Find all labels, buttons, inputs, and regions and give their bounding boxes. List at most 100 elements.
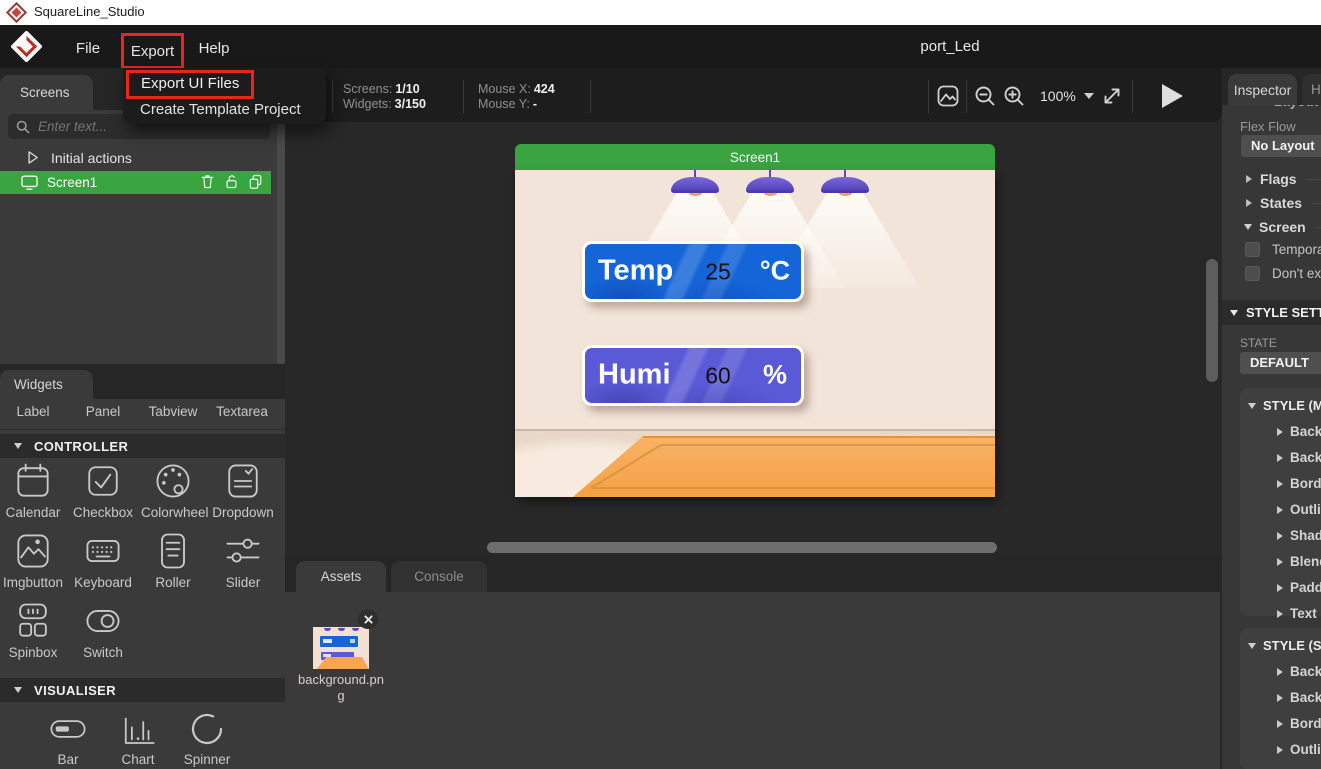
- inspector-scrollbar[interactable]: [1206, 259, 1218, 382]
- widget-spinner[interactable]: Spinner: [175, 708, 239, 767]
- lamp-icon: [821, 177, 869, 193]
- stat-mouse-x: Mouse X:424: [478, 82, 555, 96]
- widget-calendar[interactable]: Calendar: [1, 459, 65, 520]
- gauge-label: Temp: [598, 254, 673, 287]
- window-titlebar: SquareLine_Studio: [0, 0, 1321, 25]
- widget-label[interactable]: Label: [1, 404, 65, 419]
- widget-bar[interactable]: Bar: [36, 708, 100, 767]
- humi-gauge[interactable]: Humi 60 %: [582, 345, 804, 406]
- chevron-right-icon: [1277, 558, 1283, 566]
- trash-icon[interactable]: [200, 173, 215, 190]
- gauge-unit: °C: [753, 255, 797, 286]
- screens-scrollbar[interactable]: [277, 112, 285, 365]
- stat-screens: Screens:1/10: [343, 82, 420, 96]
- monitor-icon: [20, 174, 39, 191]
- screen-list-item-screen1[interactable]: Screen1: [0, 171, 271, 194]
- style-settings-header[interactable]: STYLE SETTIN: [1222, 300, 1321, 325]
- style-main-header[interactable]: STYLE (MAI: [1240, 388, 1321, 413]
- group-flags[interactable]: Flags: [1246, 171, 1321, 187]
- tab-assets[interactable]: Assets: [296, 561, 386, 592]
- checkbox[interactable]: [1245, 242, 1260, 257]
- widget-chart[interactable]: Chart: [106, 708, 170, 767]
- canvas-horizontal-scrollbar[interactable]: [487, 542, 997, 553]
- style-prop[interactable]: Backg: [1240, 439, 1321, 465]
- chevron-down-icon: [14, 687, 22, 693]
- widget-panel[interactable]: Panel: [71, 404, 135, 419]
- image-icon: [936, 84, 960, 108]
- unlock-icon[interactable]: [224, 173, 239, 190]
- assets-panel: [285, 592, 1220, 769]
- no-layout-button[interactable]: No Layout: [1241, 135, 1321, 157]
- menu-file[interactable]: File: [68, 33, 108, 63]
- tab-console[interactable]: Console: [391, 561, 487, 592]
- spinner-icon: [186, 708, 228, 750]
- chevron-down-icon: [1248, 643, 1256, 649]
- style-prop[interactable]: Backg: [1240, 413, 1321, 439]
- temp-gauge[interactable]: Temp 25 °C: [582, 241, 804, 302]
- style-prop[interactable]: Backg: [1240, 679, 1321, 705]
- widget-tabview[interactable]: Tabview: [141, 404, 205, 419]
- chevron-right-icon: [1277, 506, 1283, 514]
- canvas-screen[interactable]: Temp 25 °C Humi 60 %: [515, 170, 995, 497]
- style-prop[interactable]: Backg: [1240, 653, 1321, 679]
- tab-inspector[interactable]: Inspector: [1228, 74, 1297, 105]
- lamp-icon: [671, 177, 719, 193]
- widget-roller[interactable]: Roller: [141, 529, 205, 590]
- zoom-out-icon: [973, 84, 997, 108]
- fit-view-button[interactable]: [1100, 84, 1124, 108]
- style-prop[interactable]: Blend: [1240, 543, 1321, 569]
- asset-thumbnail[interactable]: [313, 627, 369, 669]
- asset-remove-button[interactable]: [358, 609, 378, 629]
- chevron-right-icon: [1277, 720, 1283, 728]
- widget-checkbox[interactable]: Checkbox: [71, 459, 135, 520]
- style-screen-header[interactable]: STYLE (SCR: [1240, 628, 1321, 653]
- chevron-down-icon: [1244, 224, 1252, 230]
- menu-help[interactable]: Help: [194, 33, 234, 63]
- keyboard-icon: [81, 529, 125, 573]
- canvas-screen-title[interactable]: Screen1: [515, 144, 995, 170]
- calendar-icon: [11, 459, 55, 503]
- tab-partial[interactable]: H: [1302, 74, 1321, 105]
- initial-actions-row[interactable]: Initial actions: [0, 146, 271, 169]
- widget-slider[interactable]: Slider: [211, 529, 275, 590]
- zoom-level[interactable]: 100%: [1040, 88, 1076, 104]
- widget-switch[interactable]: Switch: [71, 599, 135, 660]
- widget-colorwheel[interactable]: Colorwheel: [141, 459, 205, 520]
- style-prop[interactable]: Shado: [1240, 517, 1321, 543]
- flex-flow-label: Flex Flow: [1240, 119, 1296, 134]
- tab-screens[interactable]: Screens: [0, 75, 93, 110]
- section-visualiser[interactable]: VISUALISER: [0, 678, 285, 702]
- menu-item-create-template-project[interactable]: Create Template Project: [123, 99, 326, 122]
- checkbox-icon: [81, 459, 125, 503]
- checkbox[interactable]: [1245, 266, 1260, 281]
- menu-export[interactable]: Export: [121, 33, 184, 69]
- chevron-right-icon: [1277, 428, 1283, 436]
- zoom-out-button[interactable]: [973, 84, 997, 108]
- menu-item-export-ui-files[interactable]: Export UI Files: [126, 70, 254, 99]
- group-states[interactable]: States: [1246, 195, 1321, 211]
- style-prop[interactable]: Outli: [1240, 491, 1321, 517]
- tab-widgets[interactable]: Widgets: [0, 370, 93, 399]
- widget-textarea[interactable]: Textarea: [210, 404, 274, 419]
- lamp-icon: [746, 177, 794, 193]
- style-prop[interactable]: Shado: [1240, 757, 1321, 769]
- preview-background-button[interactable]: [936, 84, 960, 108]
- duplicate-icon[interactable]: [248, 173, 263, 190]
- style-prop[interactable]: Paddi: [1240, 569, 1321, 595]
- style-prop[interactable]: Outli: [1240, 731, 1321, 757]
- zoom-level-caret-icon[interactable]: [1084, 93, 1094, 99]
- widget-keyboard[interactable]: Keyboard: [71, 529, 135, 590]
- window-title: SquareLine_Studio: [34, 4, 145, 19]
- widget-spinbox[interactable]: Spinbox: [1, 599, 65, 660]
- style-prop[interactable]: Text: [1240, 595, 1321, 621]
- zoom-in-button[interactable]: [1002, 84, 1026, 108]
- widget-imgbutton[interactable]: Imgbutton: [1, 529, 65, 590]
- section-controller[interactable]: CONTROLLER: [0, 434, 285, 458]
- style-prop[interactable]: Borde: [1240, 705, 1321, 731]
- play-button[interactable]: [1162, 84, 1183, 108]
- widget-dropdown[interactable]: Dropdown: [211, 459, 275, 520]
- style-prop[interactable]: Borde: [1240, 465, 1321, 491]
- group-screen[interactable]: Screen: [1244, 219, 1321, 235]
- state-default-button[interactable]: DEFAULT: [1240, 352, 1321, 374]
- search-icon: [16, 120, 30, 134]
